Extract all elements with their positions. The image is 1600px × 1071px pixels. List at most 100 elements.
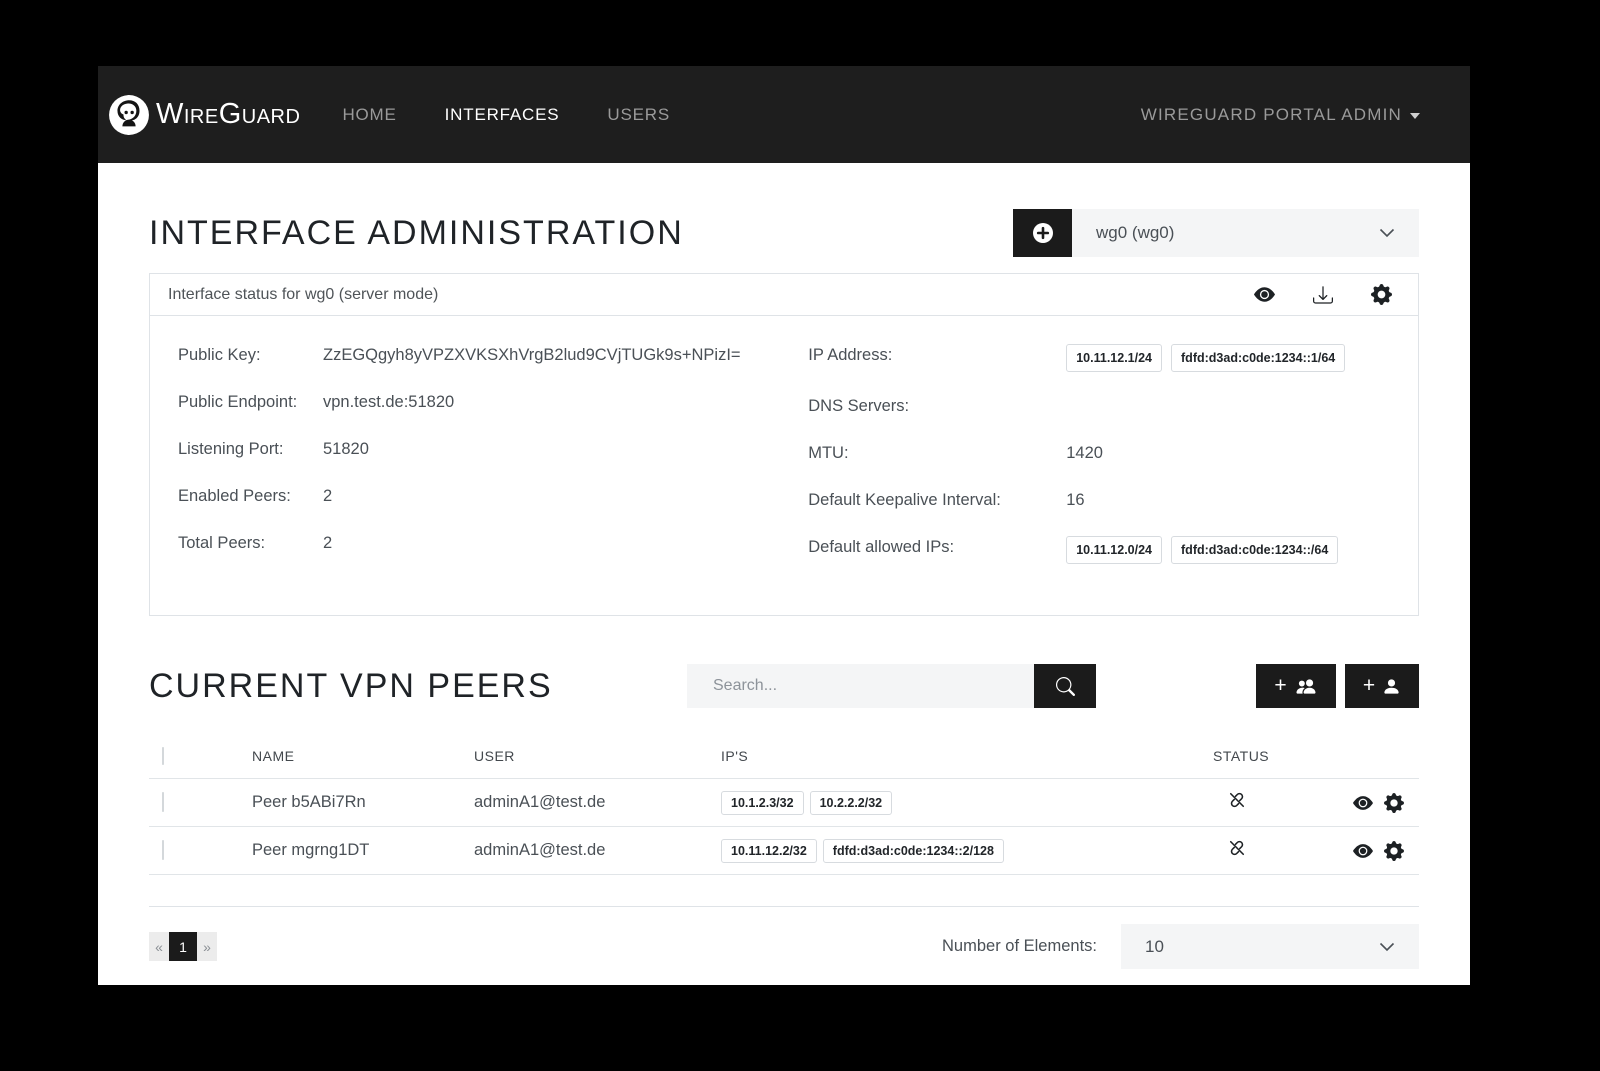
column-header-user: USER xyxy=(474,748,721,764)
interface-select-value: wg0 (wg0) xyxy=(1096,223,1174,243)
pagination-next-button[interactable]: » xyxy=(197,932,217,961)
view-peer-button[interactable] xyxy=(1353,793,1373,813)
ip-badge: 10.11.12.2/32 xyxy=(721,839,817,863)
add-multiple-peers-button[interactable]: + xyxy=(1256,664,1336,708)
add-interface-button[interactable] xyxy=(1013,209,1072,257)
pagination: « 1 » xyxy=(149,932,217,961)
wireguard-logo-icon xyxy=(108,94,150,136)
add-peer-button[interactable]: + xyxy=(1345,664,1419,708)
field-label: Total Peers: xyxy=(178,532,323,556)
field-value: 10.11.12.0/24 fdfd:d3ad:c0de:1234::/64 xyxy=(1066,536,1390,564)
field-label: Default Keepalive Interval: xyxy=(808,489,1066,513)
view-peer-button[interactable] xyxy=(1353,841,1373,861)
row-checkbox[interactable] xyxy=(162,840,164,860)
nav-item-interfaces[interactable]: INTERFACES xyxy=(445,105,560,125)
field-total-peers: Total Peers: 2 xyxy=(178,532,808,556)
link-slash-icon xyxy=(1227,838,1247,858)
field-enabled-peers: Enabled Peers: 2 xyxy=(178,485,808,509)
elements-count-select[interactable]: 10 xyxy=(1121,924,1419,969)
peer-name: Peer b5ABi7Rn xyxy=(252,793,474,812)
field-public-endpoint: Public Endpoint: vpn.test.de:51820 xyxy=(178,391,808,415)
eye-icon xyxy=(1254,284,1275,305)
peers-title: CURRENT VPN PEERS xyxy=(149,667,553,706)
ip-badge: 10.11.12.0/24 xyxy=(1066,536,1162,564)
interface-settings-button[interactable] xyxy=(1371,284,1392,305)
plus-icon: + xyxy=(1363,674,1375,698)
user-menu-dropdown[interactable]: WIREGUARD PORTAL ADMIN xyxy=(1141,105,1420,125)
field-value: 1420 xyxy=(1066,442,1390,466)
interface-select[interactable]: wg0 (wg0) xyxy=(1072,209,1419,257)
brand-label: WireGuard xyxy=(156,98,300,131)
brand[interactable]: WireGuard xyxy=(108,94,300,136)
column-header-name: NAME xyxy=(252,748,474,764)
user-menu-label: WIREGUARD PORTAL ADMIN xyxy=(1141,105,1402,125)
field-ip-address: IP Address: 10.11.12.1/24fdfd:d3ad:c0de:… xyxy=(808,344,1390,372)
peers-table: NAME USER IP'S STATUS Peer b5ABi7Rn admi… xyxy=(149,734,1419,875)
row-checkbox[interactable] xyxy=(162,792,164,812)
nav-item-users[interactable]: USERS xyxy=(607,105,670,125)
field-label: Public Endpoint: xyxy=(178,391,323,415)
card-header-title: Interface status for wg0 (server mode) xyxy=(168,286,438,304)
pagination-page-1-button[interactable]: 1 xyxy=(169,932,197,961)
users-group-icon xyxy=(1294,677,1318,696)
field-label: IP Address: xyxy=(808,344,1066,368)
peer-user: adminA1@test.de xyxy=(474,841,721,860)
elements-count-value: 10 xyxy=(1145,937,1164,957)
divider xyxy=(149,906,1419,907)
field-label: Public Key: xyxy=(178,344,323,368)
field-value: 16 xyxy=(1066,489,1390,513)
field-default-allowed-ips: Default allowed IPs: 10.11.12.0/24 fdfd:d… xyxy=(808,536,1390,564)
ip-badge: 10.1.2.3/32 xyxy=(721,791,804,815)
field-value: ZzEGQgyh8yVPZXVKSXhVrgB2lud9CVjTUGk9s+NP… xyxy=(323,344,808,368)
field-label: Enabled Peers: xyxy=(178,485,323,509)
field-dns-servers: DNS Servers: xyxy=(808,395,1390,419)
view-config-button[interactable] xyxy=(1254,284,1275,305)
search-button[interactable] xyxy=(1034,664,1096,708)
table-header-row: NAME USER IP'S STATUS xyxy=(149,734,1419,779)
search-input[interactable] xyxy=(687,664,1034,708)
peer-name: Peer mgrng1DT xyxy=(252,841,474,860)
field-label: DNS Servers: xyxy=(808,395,1066,419)
select-all-checkbox[interactable] xyxy=(162,747,164,765)
caret-down-icon xyxy=(1410,113,1420,119)
search-icon xyxy=(1056,677,1075,696)
field-listening-port: Listening Port: 51820 xyxy=(178,438,808,462)
field-value: 10.11.12.1/24fdfd:d3ad:c0de:1234::1/64 xyxy=(1066,344,1390,372)
link-slash-icon xyxy=(1227,790,1247,810)
peer-settings-button[interactable] xyxy=(1384,793,1404,813)
chevron-down-icon xyxy=(1379,228,1395,238)
peer-row: Peer mgrng1DT adminA1@test.de 10.11.12.2… xyxy=(149,827,1419,875)
navbar: WireGuard HOME INTERFACES USERS WIREGUAR… xyxy=(98,66,1470,163)
field-keepalive-interval: Default Keepalive Interval: 16 xyxy=(808,489,1390,513)
ip-badge: fdfd:d3ad:c0de:1234::2/128 xyxy=(823,839,1004,863)
ip-badge: fdfd:d3ad:c0de:1234::/64 xyxy=(1171,536,1338,564)
ip-badge: 10.11.12.1/24 xyxy=(1066,344,1162,372)
field-mtu: MTU: 1420 xyxy=(808,442,1390,466)
card-header: Interface status for wg0 (server mode) xyxy=(150,274,1418,316)
field-label: Default allowed IPs: xyxy=(808,536,1066,560)
field-value: 51820 xyxy=(323,438,808,462)
download-config-button[interactable] xyxy=(1313,285,1333,305)
gear-icon xyxy=(1371,284,1392,305)
main-content: INTERFACE ADMINISTRATION wg0 (wg0) xyxy=(98,163,1470,985)
plus-icon: + xyxy=(1274,674,1286,698)
field-value: 2 xyxy=(323,485,808,509)
nav-links: HOME INTERFACES USERS xyxy=(342,105,718,125)
peer-user: adminA1@test.de xyxy=(474,793,721,812)
chevron-down-icon xyxy=(1379,942,1395,952)
pagination-prev-button[interactable]: « xyxy=(149,932,169,961)
eye-icon xyxy=(1353,793,1373,813)
elements-count-label: Number of Elements: xyxy=(942,937,1097,956)
column-header-ips: IP'S xyxy=(721,748,1213,764)
page-title: INTERFACE ADMINISTRATION xyxy=(149,214,684,253)
status-left-column: Public Key: ZzEGQgyh8yVPZXVKSXhVrgB2lud9… xyxy=(178,344,808,587)
interface-status-card: Interface status for wg0 (server mode) xyxy=(149,273,1419,616)
gear-icon xyxy=(1384,793,1404,813)
field-label: Listening Port: xyxy=(178,438,323,462)
status-right-column: IP Address: 10.11.12.1/24fdfd:d3ad:c0de:… xyxy=(808,344,1390,587)
field-value: vpn.test.de:51820 xyxy=(323,391,808,415)
plus-circle-icon xyxy=(1031,221,1055,245)
peer-row: Peer b5ABi7Rn adminA1@test.de 10.1.2.3/3… xyxy=(149,779,1419,827)
peer-settings-button[interactable] xyxy=(1384,841,1404,861)
nav-item-home[interactable]: HOME xyxy=(342,105,396,125)
